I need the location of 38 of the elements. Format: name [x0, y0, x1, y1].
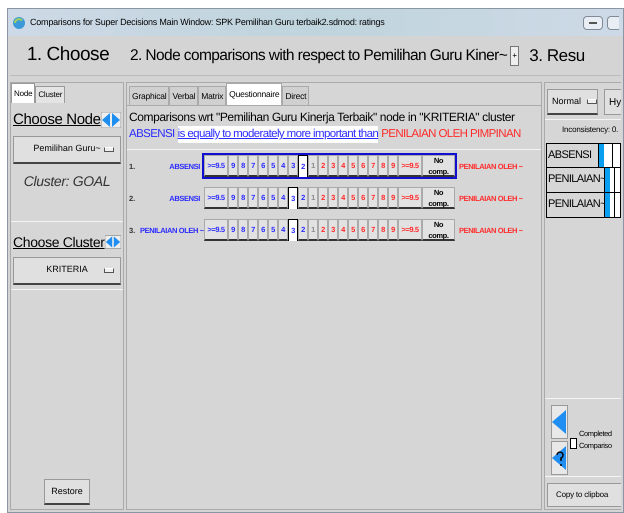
- left-right-arrows-icon[interactable]: [105, 234, 121, 250]
- tab[interactable]: Questionnaire: [226, 83, 282, 105]
- section-heading: 3. Resu: [528, 44, 585, 67]
- hybrid-button[interactable]: Hy: [604, 89, 621, 115]
- tab[interactable]: Cluster: [35, 86, 66, 103]
- left-node-name: ABSENSI: [129, 127, 175, 142]
- tab[interactable]: Direct: [282, 86, 310, 105]
- help-arrow-icon: [552, 446, 566, 470]
- minimize-button[interactable]: [583, 16, 603, 30]
- section-heading: 1. Choose: [26, 43, 110, 68]
- dropdown-caret-icon: [587, 99, 597, 104]
- left-arrow-icon: [552, 410, 566, 434]
- tab[interactable]: Node: [11, 83, 36, 103]
- mode-dropdown[interactable]: Normal: [547, 89, 598, 115]
- choose-cluster-label: Choose Cluster: [13, 232, 105, 252]
- cluster-dropdown[interactable]: KRITERIA: [13, 256, 121, 284]
- section-heading: 2. Node comparisons with respect to Pemilihan Guru Kiner~: [129, 46, 508, 66]
- tab[interactable]: Matrix: [198, 86, 226, 105]
- copy-button[interactable]: Copy to clipboa: [547, 483, 621, 507]
- verdict-link[interactable]: is equally to moderately more important than: [178, 126, 378, 144]
- comparison-heading: Comparisons wrt "Pemilihan Guru Kinerja Terbaik" node in "KRITERIA" cluster: [129, 109, 516, 126]
- app-icon: [12, 16, 26, 30]
- node-dropdown[interactable]: Pemilihan Guru~: [13, 136, 121, 164]
- cluster-label: Cluster: GOAL: [22, 172, 112, 190]
- right-node-name: PENILAIAN OLEH PIMPINAN: [381, 127, 521, 142]
- inconsistency-label: Inconsistency: 0.: [561, 124, 620, 136]
- completed-checkbox[interactable]: [570, 438, 577, 449]
- dropdown-caret-icon: [104, 268, 114, 272]
- tab[interactable]: Verbal: [169, 86, 198, 105]
- maximize-button[interactable]: [607, 16, 619, 30]
- left-right-arrows-icon[interactable]: [101, 112, 121, 128]
- tab[interactable]: Graphical: [129, 86, 170, 105]
- expand-button[interactable]: +: [510, 46, 520, 66]
- restore-button[interactable]: Restore: [44, 479, 90, 505]
- dropdown-caret-icon: [104, 146, 114, 152]
- choose-node-label: Choose Node: [13, 110, 101, 130]
- window-title: Comparisons for Super Decisions Main Window: SPK Pemilihan Guru terbaik2.sdmod: ratings: [30, 16, 385, 29]
- help-button[interactable]: [551, 440, 568, 474]
